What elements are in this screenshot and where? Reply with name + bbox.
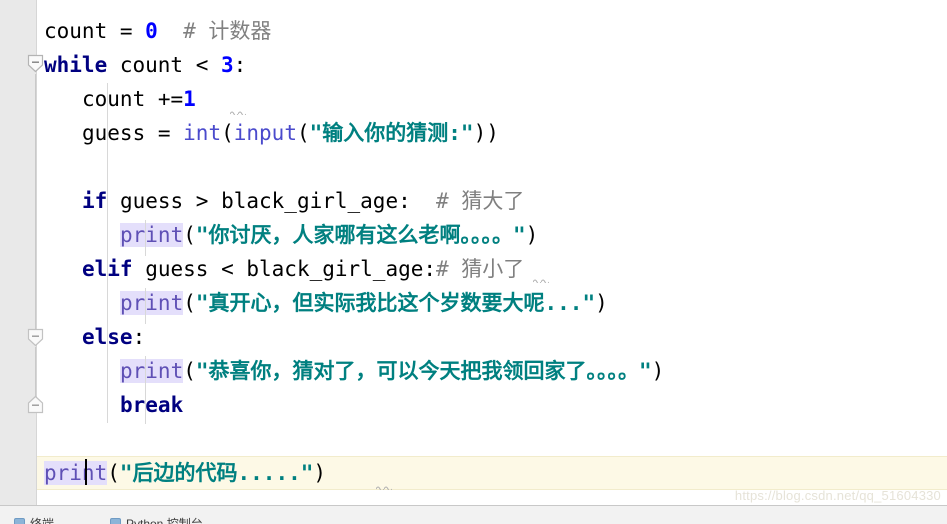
token-cmt: # 猜小了 xyxy=(436,257,525,281)
code-editor-window: count = 0 # 计数器 while count < 3: count +=1… xyxy=(0,0,947,524)
gutter-edge-divider xyxy=(36,0,37,505)
token-plain: guess > black_girl_age: xyxy=(107,189,411,213)
code-line-10[interactable]: else: xyxy=(0,320,947,354)
token-punct: : xyxy=(132,325,146,349)
warning-squiggle-line14 xyxy=(376,485,392,490)
token-str: "恭喜你，猜对了，可以今天把我领回家了。。。。" xyxy=(195,359,652,383)
token-fn-hl: print xyxy=(120,291,184,315)
token-plain: guess = xyxy=(82,121,184,145)
code-line-13[interactable] xyxy=(0,422,947,456)
watermark: https://blog.csdn.net/qq_51604330 xyxy=(734,488,941,503)
text-caret xyxy=(85,459,87,485)
tool-window-bar[interactable]: 终端 Python 控制台 xyxy=(0,506,947,524)
code-line-content: elif guess < black_girl_age:# 猜小了 xyxy=(0,252,524,286)
indent-guide-level2-else xyxy=(145,356,146,424)
token-str: "输入你的猜测:" xyxy=(309,121,474,145)
token-plain: count < xyxy=(107,53,222,77)
indent-guide-level1 xyxy=(107,83,108,423)
token-punct: ) xyxy=(525,223,539,247)
python-console-icon xyxy=(110,518,121,524)
token-cmt: # 猜大了 xyxy=(436,189,525,213)
token-plain: count xyxy=(44,19,120,43)
editor-gutter[interactable] xyxy=(0,0,36,505)
token-punct: ( xyxy=(183,359,196,383)
code-line-content: print("真开心，但实际我比这个岁数要大呢...") xyxy=(0,286,608,320)
code-line-5[interactable] xyxy=(0,150,947,184)
code-line-content: count = 0 # 计数器 xyxy=(0,14,271,48)
code-line-7[interactable]: print("你讨厌，人家哪有这么老啊。。。。") xyxy=(0,218,947,252)
token-punct: ( xyxy=(296,121,310,145)
token-cmt: # 计数器 xyxy=(183,19,272,43)
code-line-content: guess = int(input("输入你的猜测:")) xyxy=(0,116,499,150)
code-line-2[interactable]: while count < 3: xyxy=(0,48,947,82)
code-line-3[interactable]: count +=1 xyxy=(0,82,947,116)
code-line-9[interactable]: print("真开心，但实际我比这个岁数要大呢...") xyxy=(0,286,947,320)
token-kw: while xyxy=(44,53,108,77)
token-num: 0 xyxy=(145,19,158,43)
tool-window-python-console[interactable]: Python 控制台 xyxy=(110,515,203,524)
token-kw: if xyxy=(82,189,108,213)
code-line-14[interactable]: print("后边的代码.....") xyxy=(0,456,947,490)
token-punct: ) xyxy=(313,461,327,485)
token-kw: break xyxy=(120,393,184,417)
token-fn-hl: print xyxy=(120,223,184,247)
token-str: "真开心，但实际我比这个岁数要大呢..." xyxy=(195,291,596,315)
token-punct: ) xyxy=(595,291,608,315)
tool-window-terminal[interactable]: 终端 xyxy=(14,515,54,524)
token-fn-hl: print xyxy=(120,359,184,383)
code-line-8[interactable]: elif guess < black_girl_age:# 猜小了 xyxy=(0,252,947,286)
token-punct: ( xyxy=(183,291,196,315)
token-builtin: int xyxy=(183,121,222,145)
token-num: 3 xyxy=(221,53,234,77)
code-line-content: print("恭喜你，猜对了，可以今天把我领回家了。。。。") xyxy=(0,354,664,388)
token-fn-hl: print xyxy=(44,461,108,485)
token-punct: ( xyxy=(107,461,120,485)
indent-guide-level2-if xyxy=(145,220,146,256)
fold-marker-block-end[interactable] xyxy=(27,395,44,414)
fold-marker-while[interactable] xyxy=(27,54,44,73)
fold-spine-else xyxy=(35,347,36,402)
code-line-6[interactable]: if guess > black_girl_age: # 猜大了 xyxy=(0,184,947,218)
token-plain: count += xyxy=(82,87,184,111)
fold-marker-else[interactable] xyxy=(27,328,44,347)
token-str: "后边的代码....." xyxy=(119,461,314,485)
code-surface[interactable]: count = 0 # 计数器 while count < 3: count +=1… xyxy=(0,0,947,505)
warning-squiggle-line3 xyxy=(230,110,246,115)
tool-window-terminal-label: 终端 xyxy=(30,517,55,524)
token-punct: ) xyxy=(651,359,665,383)
indent-guide-level2-elif xyxy=(145,288,146,324)
code-line-12[interactable]: break xyxy=(0,388,947,422)
token-punct: ( xyxy=(183,223,196,247)
token-punct: )) xyxy=(473,121,499,145)
token-builtin: input xyxy=(233,121,297,145)
code-line-1[interactable]: count = 0 # 计数器 xyxy=(0,14,947,48)
warning-squiggle-line8 xyxy=(533,278,549,283)
token-num: 1 xyxy=(183,87,196,111)
fold-spine-while xyxy=(35,74,36,334)
code-line-content: if guess > black_girl_age: # 猜大了 xyxy=(0,184,524,218)
code-line-11[interactable]: print("恭喜你，猜对了，可以今天把我领回家了。。。。") xyxy=(0,354,947,388)
token-plain: guess < black_girl_age: xyxy=(132,257,437,281)
code-line-content: print("你讨厌，人家哪有这么老啊。。。。") xyxy=(0,218,538,252)
code-line-4[interactable]: guess = int(input("输入你的猜测:")) xyxy=(0,116,947,150)
token-punct: ( xyxy=(221,121,234,145)
tool-window-python-console-label: Python 控制台 xyxy=(126,517,203,524)
token-punct: : xyxy=(233,53,247,77)
token-punct: = xyxy=(119,19,146,43)
terminal-icon xyxy=(14,518,25,524)
code-line-content: print("后边的代码.....") xyxy=(0,456,326,490)
token-str: "你讨厌，人家哪有这么老啊。。。。" xyxy=(195,223,526,247)
